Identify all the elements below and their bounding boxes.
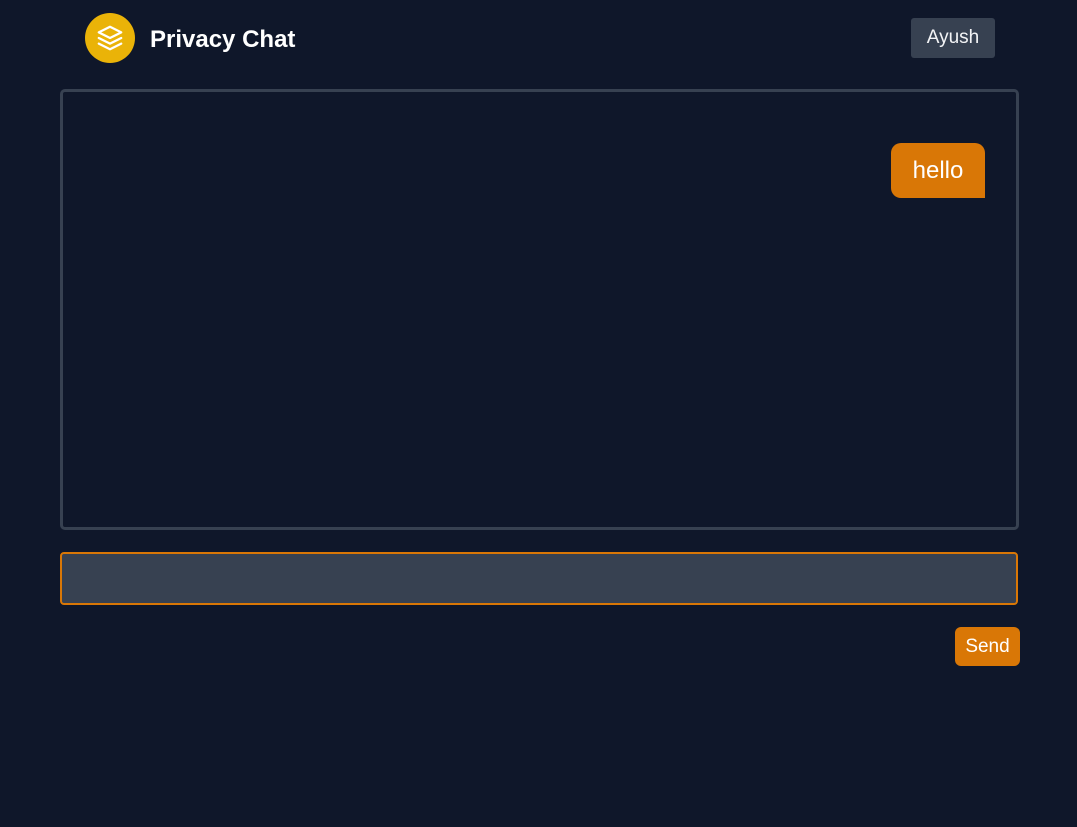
layers-icon xyxy=(85,13,135,63)
send-button[interactable]: Send xyxy=(955,627,1020,666)
app-title: Privacy Chat xyxy=(150,26,296,53)
chat-page: Privacy Chat Ayush hello Send xyxy=(0,0,1077,827)
message-bubble-sent: hello xyxy=(891,143,985,198)
message-input[interactable] xyxy=(60,552,1018,605)
chat-window[interactable]: hello xyxy=(60,89,1019,530)
app-header: Privacy Chat Ayush xyxy=(0,0,1077,80)
user-button[interactable]: Ayush xyxy=(911,18,995,58)
